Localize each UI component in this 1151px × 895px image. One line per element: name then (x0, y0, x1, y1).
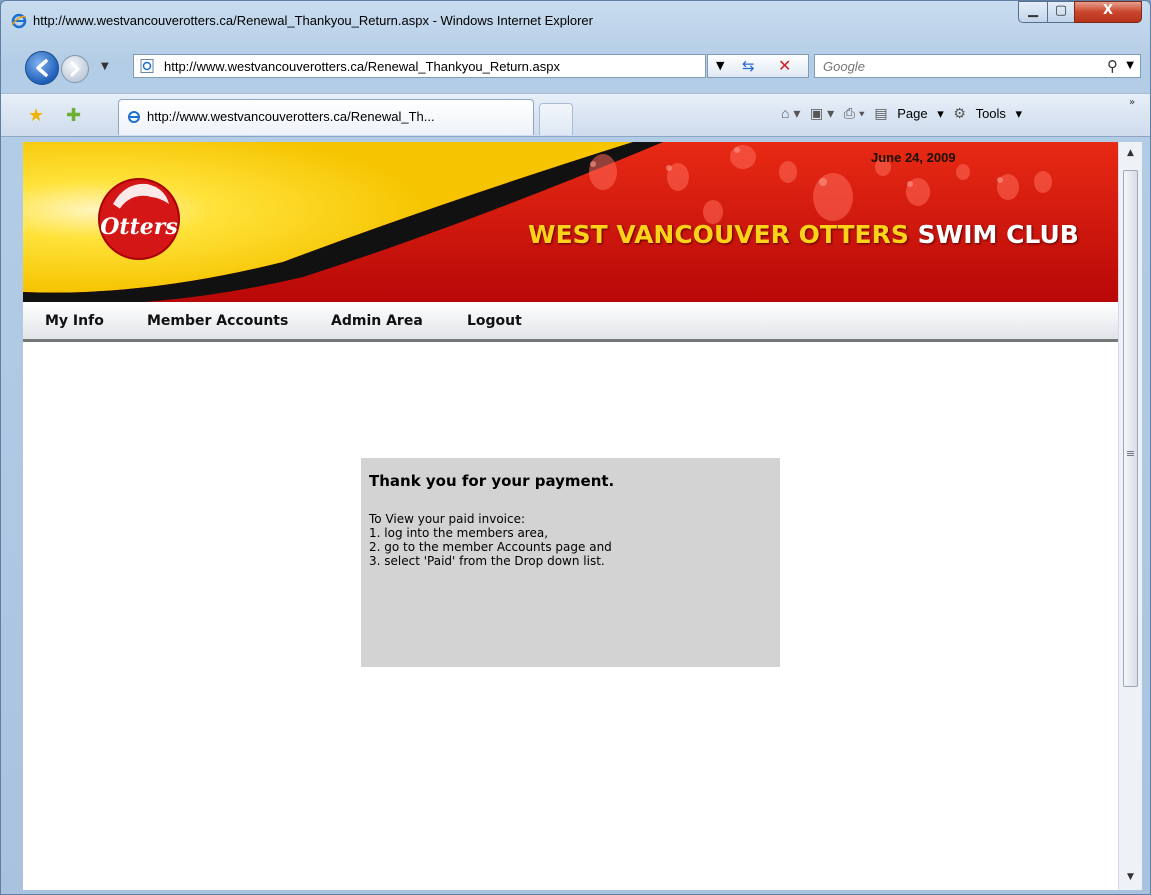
message-heading: Thank you for your payment. (369, 472, 615, 490)
page-menu-icon: ▤ (874, 105, 888, 121)
minimize-button[interactable]: ▁ (1018, 1, 1048, 23)
menu-member-accounts[interactable]: Member Accounts (147, 313, 288, 329)
address-buttons: ▼ ⇆ ✕ (707, 54, 809, 78)
add-favorites-icon[interactable]: ✚ (66, 105, 81, 126)
forward-arrow-icon (70, 61, 80, 77)
otters-logo: Otters (85, 164, 193, 274)
message-line: 1. log into the members area, (369, 526, 549, 540)
svg-text:Otters: Otters (100, 214, 177, 240)
window-title: http://www.westvancouverotters.ca/Renewa… (33, 13, 593, 28)
back-arrow-icon (36, 59, 48, 77)
club-name-primary: WEST VANCOUVER OTTERS (528, 220, 909, 249)
message-line: To View your paid invoice: (369, 512, 526, 526)
club-name: WEST VANCOUVER OTTERS SWIM CLUB (528, 220, 1079, 249)
print-icon[interactable]: ⎙ ▾ (844, 105, 865, 122)
club-name-secondary: SWIM CLUB (917, 220, 1079, 249)
close-icon: X (1102, 3, 1114, 18)
site-date: June 24, 2009 (871, 150, 956, 165)
toolbar-overflow-icon[interactable]: » (1129, 97, 1135, 108)
vertical-scrollbar[interactable]: ▲ ≡ ▼ (1118, 142, 1142, 890)
recent-pages-dropdown[interactable]: ▼ (101, 61, 109, 72)
menu-admin-area[interactable]: Admin Area (331, 313, 423, 329)
scroll-thumb[interactable]: ≡ (1123, 170, 1138, 687)
scroll-down-icon[interactable]: ▼ (1119, 872, 1142, 882)
refresh-icon[interactable]: ⇆ (742, 57, 755, 75)
page-content: Otters June 24, 2009 WEST VANCOUVER OTTE… (23, 142, 1118, 890)
feeds-icon[interactable]: ▣ ▾ (810, 105, 834, 122)
new-tab-button[interactable] (539, 103, 573, 135)
menu-my-info[interactable]: My Info (45, 313, 104, 329)
site-banner: Otters June 24, 2009 WEST VANCOUVER OTTE… (23, 142, 1118, 302)
page-icon (140, 59, 154, 73)
page-menu[interactable]: ▤ Page ▾ (874, 105, 943, 122)
minimize-icon: ▁ (1028, 3, 1038, 18)
search-input[interactable]: Google ⚲ ▼ (814, 54, 1141, 78)
message-line: 3. select 'Paid' from the Drop down list… (369, 554, 605, 568)
maximize-button[interactable]: ▢ (1047, 1, 1075, 23)
close-button[interactable]: X (1074, 1, 1142, 23)
tools-menu[interactable]: ⚙ Tools ▾ (953, 105, 1022, 122)
tab-label: http://www.westvancouverotters.ca/Renewa… (147, 109, 435, 124)
back-button[interactable] (25, 51, 59, 85)
address-dropdown-icon[interactable]: ▼ (716, 59, 724, 72)
command-bar: ⌂ ▾ ▣ ▾ ⎙ ▾ ▤ Page ▾ ⚙ Tools ▾ (781, 105, 1028, 125)
search-dropdown-icon[interactable]: ▼ (1126, 60, 1134, 71)
home-icon[interactable]: ⌂ ▾ (781, 105, 800, 122)
browser-window: http://www.westvancouverotters.ca/Renewa… (0, 0, 1151, 895)
maximize-icon: ▢ (1054, 3, 1068, 18)
favorites-star-icon[interactable]: ★ (28, 105, 44, 126)
stop-icon[interactable]: ✕ (778, 56, 791, 75)
tab-ie-icon (128, 111, 140, 123)
ie-icon (11, 13, 27, 29)
site-menu: My Info Member Accounts Admin Area Logou… (23, 302, 1118, 342)
address-url: http://www.westvancouverotters.ca/Renewa… (164, 59, 560, 74)
search-placeholder: Google (823, 59, 865, 74)
message-line: 2. go to the member Accounts page and (369, 540, 612, 554)
search-icon[interactable]: ⚲ (1107, 57, 1118, 75)
payment-message-box: Thank you for your payment. To View your… (361, 458, 780, 667)
address-bar[interactable]: http://www.westvancouverotters.ca/Renewa… (133, 54, 706, 78)
tools-menu-label: Tools (975, 106, 1006, 121)
forward-button[interactable] (61, 55, 89, 83)
scroll-up-icon[interactable]: ▲ (1119, 148, 1142, 158)
tab-current[interactable]: http://www.westvancouverotters.ca/Renewa… (118, 99, 534, 135)
menu-logout[interactable]: Logout (467, 313, 522, 329)
page-menu-label: Page (897, 106, 928, 121)
title-bar: http://www.westvancouverotters.ca/Renewa… (1, 1, 1150, 41)
gear-icon: ⚙ (953, 105, 966, 121)
scroll-grip-icon: ≡ (1125, 447, 1136, 460)
